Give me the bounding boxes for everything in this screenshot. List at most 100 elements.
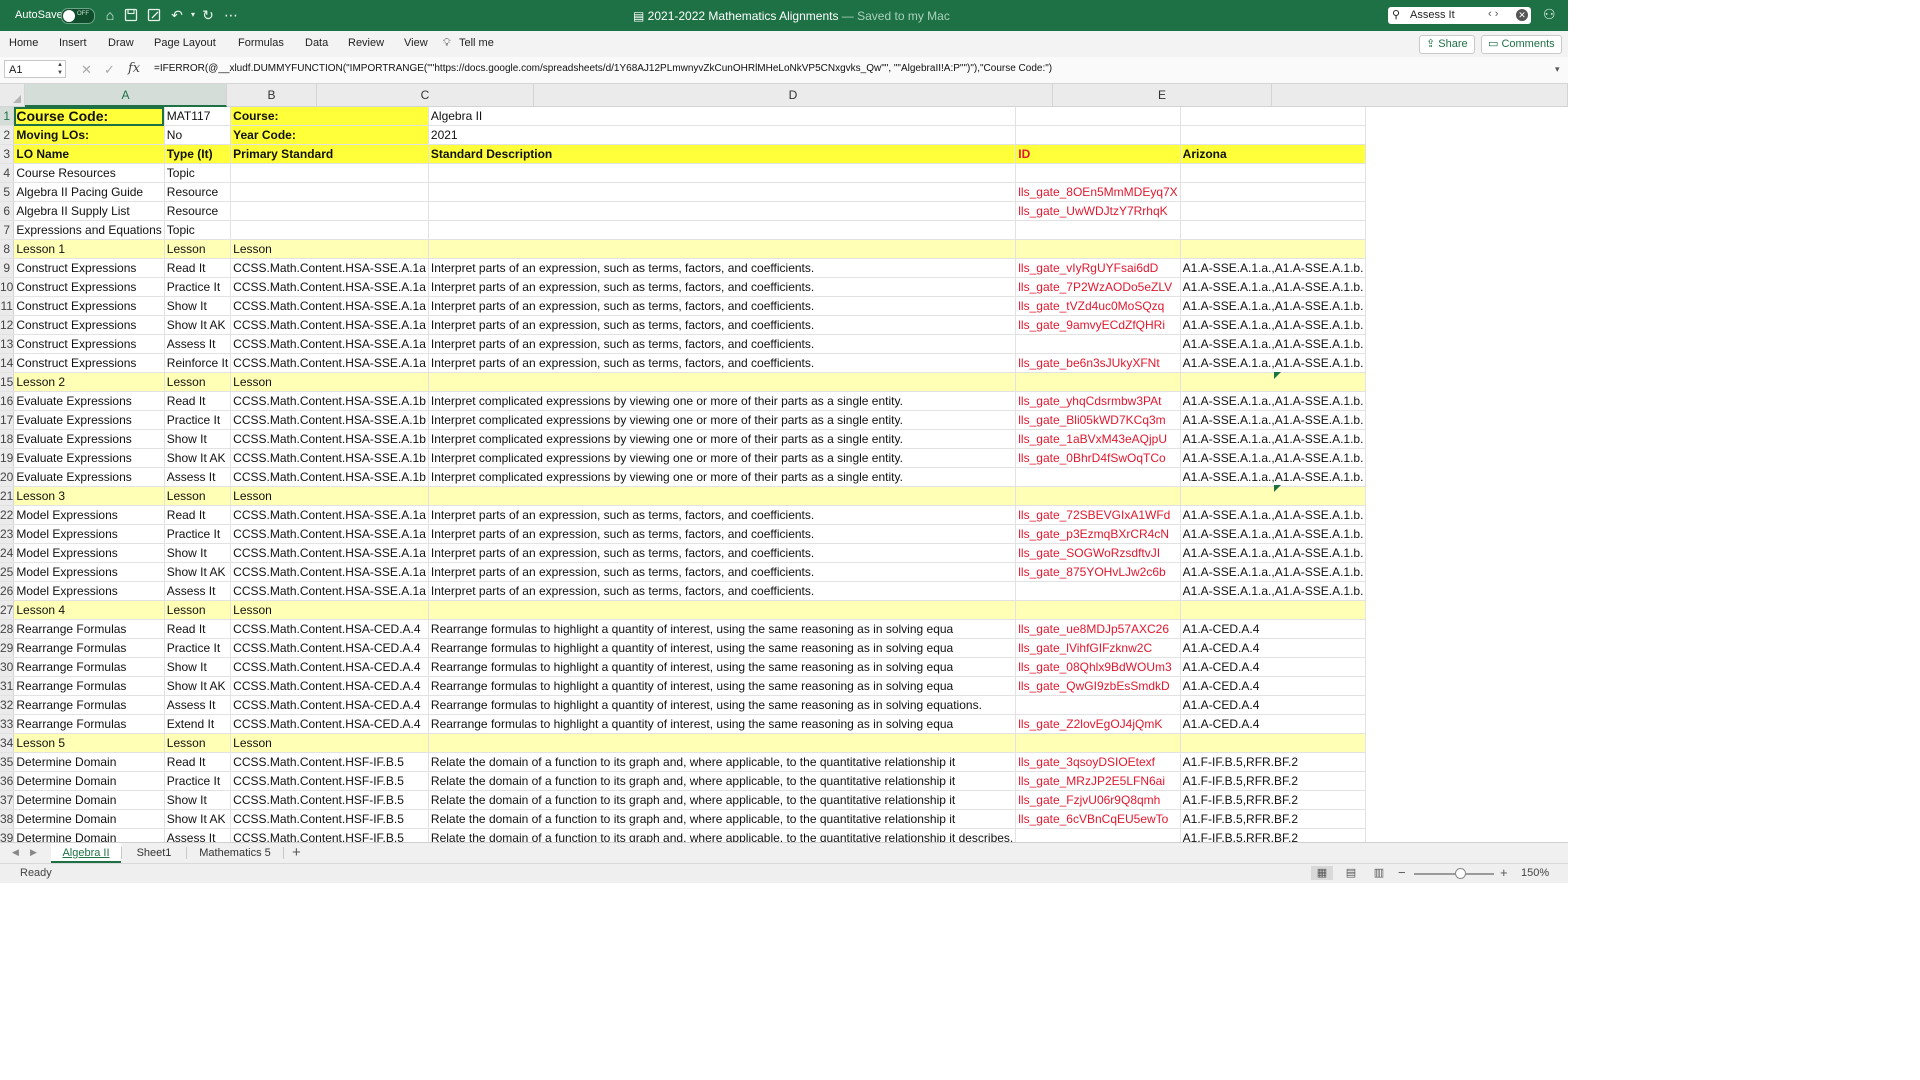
cell-c[interactable]: CCSS.Math.Content.HSA-SSE.A.1a [230,581,429,601]
cell-e[interactable]: lls_gate_Bli05kWD7KCq3m [1015,410,1181,430]
cell-b[interactable]: Resource [164,201,232,221]
cell-e[interactable] [1015,125,1181,145]
cell-b[interactable]: Practice It [164,410,232,430]
row-header[interactable]: 1 [0,107,15,126]
cell-a[interactable]: Evaluate Expressions [13,467,165,487]
cell-a[interactable]: Construct Expressions [13,315,165,335]
row-header[interactable]: 29 [0,638,15,658]
row-header[interactable]: 32 [0,695,15,715]
save-as-icon[interactable] [145,6,163,24]
cell-c[interactable] [230,163,429,183]
row-header[interactable]: 16 [0,391,15,411]
row-header[interactable]: 30 [0,657,15,677]
cell-d[interactable]: Rearrange formulas to highlight a quanti… [428,638,1017,658]
cancel-icon[interactable]: ✕ [81,62,92,78]
cell-c[interactable]: CCSS.Math.Content.HSA-SSE.A.1b [230,429,429,449]
cell-e[interactable] [1015,581,1181,601]
column-header-c[interactable]: C [317,84,534,107]
cell-b[interactable]: MAT117 [164,107,232,126]
cell-e[interactable]: lls_gate_ue8MDJp57AXC26 [1015,619,1181,639]
cell-c[interactable]: CCSS.Math.Content.HSF-IF.B.5 [230,752,429,772]
comments-button[interactable]: ▭ Comments [1481,35,1562,54]
cell-e[interactable]: lls_gate_yhqCdsrmbw3PAt [1015,391,1181,411]
cell-a[interactable]: Course Code: [13,107,165,126]
zoom-slider-thumb[interactable] [1455,868,1466,879]
cell-e[interactable] [1015,733,1181,753]
cell-f[interactable]: A1.A-SSE.A.1.a.,A1.A-SSE.A.1.b. [1180,562,1367,582]
cell-d[interactable]: Interpret parts of an expression, such a… [428,315,1017,335]
row-header[interactable]: 25 [0,562,15,582]
cell-b[interactable]: Extend It [164,714,232,734]
row-header[interactable]: 13 [0,334,15,354]
cell-f[interactable]: A1.A-SSE.A.1.a.,A1.A-SSE.A.1.b. [1180,277,1367,297]
cell-d[interactable]: Interpret parts of an expression, such a… [428,258,1017,278]
cell-c[interactable]: CCSS.Math.Content.HSA-SSE.A.1a [230,543,429,563]
cell-e[interactable]: lls_gate_vIyRgUYFsai6dD [1015,258,1181,278]
cell-f[interactable] [1180,182,1367,202]
cell-a[interactable]: Algebra II Supply List [13,201,165,221]
cell-b[interactable]: Topic [164,163,232,183]
cell-b[interactable]: Resource [164,182,232,202]
cell-b[interactable]: Read It [164,258,232,278]
row-header[interactable]: 7 [0,220,15,240]
row-header[interactable]: 17 [0,410,15,430]
cell-f[interactable]: A1.A-SSE.A.1.a.,A1.A-SSE.A.1.b. [1180,296,1367,316]
tab-formulas[interactable]: Formulas [238,37,284,49]
cell-d[interactable]: Interpret parts of an expression, such a… [428,543,1017,563]
row-header[interactable]: 6 [0,201,15,221]
cell-f[interactable]: A1.A-CED.A.4 [1180,638,1367,658]
cell-a[interactable]: Evaluate Expressions [13,448,165,468]
cell-d[interactable]: Rearrange formulas to highlight a quanti… [428,619,1017,639]
cell-b[interactable]: Assess It [164,334,232,354]
search-box[interactable]: ⚲ Assess It ‹ › ✕ [1388,7,1531,24]
cell-a[interactable]: Construct Expressions [13,296,165,316]
cell-b[interactable]: Read It [164,391,232,411]
autosave-toggle[interactable]: OFF [61,8,95,24]
cell-f[interactable]: A1.A-SSE.A.1.a.,A1.A-SSE.A.1.b. [1180,353,1367,373]
share-button[interactable]: ⇪ Share [1419,35,1475,54]
cell-f[interactable]: A1.A-SSE.A.1.a.,A1.A-SSE.A.1.b. [1180,543,1367,563]
cell-c[interactable]: CCSS.Math.Content.HSF-IF.B.5 [230,771,429,791]
cell-d[interactable]: Interpret parts of an expression, such a… [428,581,1017,601]
prev-sheet-icon[interactable]: ◀ [12,847,19,858]
sheet-tab-mathematics-5[interactable]: Mathematics 5 [189,843,281,863]
cell-c[interactable]: CCSS.Math.Content.HSA-SSE.A.1b [230,410,429,430]
cell-c[interactable]: CCSS.Math.Content.HSA-SSE.A.1b [230,467,429,487]
cell-d[interactable] [428,372,1017,392]
cell-d[interactable]: Rearrange formulas to highlight a quanti… [428,695,1017,715]
cell-b[interactable]: Show It AK [164,809,232,829]
cell-f[interactable]: A1.A-CED.A.4 [1180,619,1367,639]
cell-d[interactable] [428,600,1017,620]
cell-e[interactable] [1015,372,1181,392]
row-header[interactable]: 2 [0,125,15,145]
cell-f[interactable]: A1.A-CED.A.4 [1180,676,1367,696]
cell-f[interactable]: A1.A-CED.A.4 [1180,714,1367,734]
cell-b[interactable]: Practice It [164,771,232,791]
row-header[interactable]: 37 [0,790,15,810]
cell-b[interactable]: Practice It [164,277,232,297]
cell-e[interactable]: lls_gate_3qsoyDSIOEtexf [1015,752,1181,772]
cell-d[interactable]: Relate the domain of a function to its g… [428,809,1017,829]
cell-f[interactable] [1180,600,1367,620]
cell-b[interactable]: Assess It [164,467,232,487]
cell-d[interactable]: 2021 [428,125,1017,145]
cell-c[interactable]: Lesson [230,600,429,620]
cell-d[interactable]: Rearrange formulas to highlight a quanti… [428,714,1017,734]
normal-view-icon[interactable]: ▦ [1311,866,1333,880]
cell-a[interactable]: Construct Expressions [13,353,165,373]
cell-d[interactable]: Interpret parts of an expression, such a… [428,562,1017,582]
column-header-e[interactable]: E [1053,84,1272,107]
cell-d[interactable]: Rearrange formulas to highlight a quanti… [428,676,1017,696]
cell-c[interactable]: CCSS.Math.Content.HSA-CED.A.4 [230,695,429,715]
cell-b[interactable]: Assess It [164,695,232,715]
column-header-d[interactable]: D [534,84,1053,107]
tab-data[interactable]: Data [305,37,328,49]
cell-a[interactable]: Evaluate Expressions [13,410,165,430]
cell-c[interactable]: CCSS.Math.Content.HSA-CED.A.4 [230,676,429,696]
cell-a[interactable]: Rearrange Formulas [13,657,165,677]
cell-a[interactable]: Algebra II Pacing Guide [13,182,165,202]
row-header[interactable]: 3 [0,144,15,164]
row-header[interactable]: 33 [0,714,15,734]
cell-f[interactable]: A1.A-SSE.A.1.a.,A1.A-SSE.A.1.b. [1180,410,1367,430]
cell-e[interactable] [1015,163,1181,183]
